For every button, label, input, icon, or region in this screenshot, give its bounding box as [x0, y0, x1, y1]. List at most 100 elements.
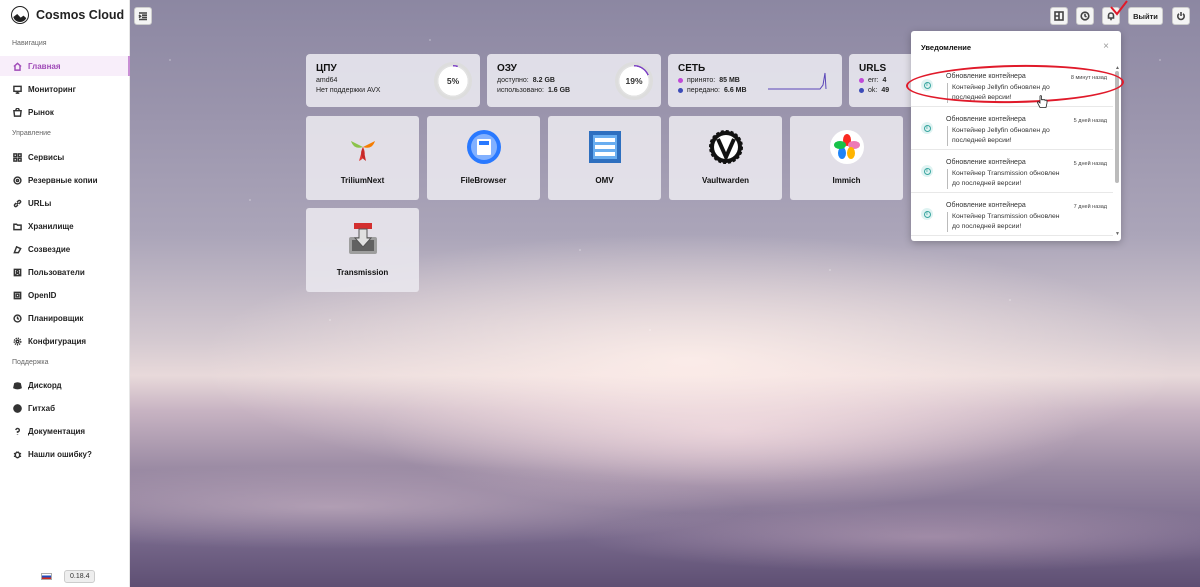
network-card[interactable]: СЕТЬ принято: 85 MB передано: 6.6 MB — [668, 54, 842, 107]
sidebar-item-label: Хранилище — [28, 221, 74, 231]
urls-ok-label: ok: — [868, 87, 878, 94]
sent-dot — [678, 88, 683, 93]
tasks-button[interactable] — [1076, 7, 1094, 25]
logout-button[interactable]: Выйти — [1128, 7, 1163, 25]
immich-icon — [829, 129, 865, 165]
power-icon — [1177, 12, 1185, 21]
network-received-label: принято: — [687, 77, 716, 84]
discord-icon — [13, 381, 22, 389]
sidebar-item-users[interactable]: Пользователи — [0, 262, 130, 282]
notification-time: 7 дней назад — [1073, 204, 1107, 210]
notification-time: 5 дней назад — [1073, 118, 1107, 124]
cpu-card[interactable]: ЦПУ amd64 Нет поддержки AVX 5% — [306, 54, 480, 107]
notification-item[interactable]: i Обновление контейнера 8 минут назад Ко… — [911, 65, 1113, 107]
sidebar-item-label: Документация — [28, 426, 86, 436]
ok-dot — [859, 88, 864, 93]
cosmos-logo-icon — [11, 6, 29, 24]
ram-used-value: 1.6 GB — [547, 87, 571, 94]
power-button[interactable] — [1172, 7, 1190, 25]
app-tile-label: OMV — [595, 176, 614, 185]
sidebar-item-services[interactable]: Сервисы — [0, 147, 130, 167]
urls-ok-line: ok: 49 — [859, 87, 909, 94]
app-tile-label: FileBrowser — [460, 176, 507, 185]
layout-icon — [1054, 11, 1064, 21]
app-tile-vaultwarden[interactable]: Vaultwarden — [669, 116, 782, 200]
sidebar-item-label: Рынок — [28, 107, 54, 117]
sidebar-item-backups[interactable]: Резервные копии — [0, 170, 130, 190]
sidebar-item-urls[interactable]: URLы — [0, 193, 130, 213]
app-tile-label: Immich — [832, 176, 861, 185]
sidebar-item-label: Резервные копии — [28, 175, 98, 185]
notifications-title: Уведомление — [921, 43, 972, 52]
sidebar-item-label: OpenID — [28, 290, 57, 300]
monitor-icon — [13, 85, 22, 94]
urls-err-label: err: — [868, 77, 879, 84]
hand-cursor-icon — [1037, 95, 1048, 108]
link-icon — [13, 199, 22, 207]
app-tile-triliumnext[interactable]: TriliumNext — [306, 116, 419, 200]
urls-ok-value: 49 — [881, 87, 890, 94]
scroll-down-icon[interactable]: ▼ — [1115, 231, 1120, 237]
notification-item[interactable]: i Обновление контейнера 5 дней назад Кон… — [911, 108, 1113, 150]
folder-icon — [13, 223, 22, 230]
app-title: Cosmos Cloud — [36, 8, 125, 22]
notification-title: Обновление контейнера — [946, 116, 1026, 123]
info-icon: i — [921, 165, 933, 177]
github-icon — [13, 403, 22, 413]
sidebar-item-scheduler[interactable]: Планировщик — [0, 308, 130, 328]
users-icon — [13, 268, 22, 276]
ram-available-value: 8.2 GB — [532, 77, 555, 84]
app-tile-omv[interactable]: OMV — [548, 116, 661, 200]
notifications-scrollbar[interactable] — [1115, 71, 1119, 183]
app-tile-transmission[interactable]: Transmission — [306, 208, 419, 292]
app-tile-immich[interactable]: Immich — [790, 116, 903, 200]
sidebar-item-monitoring[interactable]: Мониторинг — [0, 79, 130, 99]
urls-err-value: 4 — [882, 77, 887, 84]
notification-item[interactable]: i Обновление контейнера 5 дней назад Кон… — [911, 151, 1113, 193]
notification-title: Обновление контейнера — [946, 73, 1026, 80]
sidebar-item-discord[interactable]: Дискорд — [0, 375, 130, 395]
filebrowser-icon — [466, 129, 502, 165]
notification-body: Контейнер Jellyfin обновлен до последней… — [947, 126, 1067, 146]
sidebar-item-storage[interactable]: Хранилище — [0, 216, 130, 236]
sidebar-item-github[interactable]: Гитхаб — [0, 398, 130, 418]
sidebar-item-constellation[interactable]: Созвездие — [0, 239, 130, 259]
sidebar-item-market[interactable]: Рынок — [0, 102, 130, 122]
annotation-check-mark — [1110, 0, 1128, 16]
section-title-management: Управление — [12, 130, 51, 137]
ram-used-label: использовано: — [497, 87, 544, 94]
brand[interactable]: Cosmos Cloud — [11, 6, 124, 24]
close-icon[interactable]: × — [1103, 41, 1109, 52]
layout-button[interactable] — [1050, 7, 1068, 25]
notifications-panel: Уведомление × i Обновление контейнера 8 … — [911, 31, 1121, 241]
sidebar-item-label: URLы — [28, 198, 52, 208]
network-received-value: 85 MB — [719, 77, 740, 84]
app-tile-filebrowser[interactable]: FileBrowser — [427, 116, 540, 200]
sidebar-item-documentation[interactable]: Документация — [0, 421, 130, 441]
version-badge: 0.18.4 — [64, 570, 96, 583]
network-sparkline — [768, 72, 827, 90]
section-title-navigation: Навигация — [12, 40, 47, 47]
sidebar-item-home[interactable]: Главная — [0, 56, 130, 76]
urls-title: URLS — [859, 63, 887, 74]
transmission-icon — [345, 221, 381, 257]
store-icon — [13, 107, 22, 117]
question-icon — [15, 427, 20, 435]
sidebar-item-label: Нашли ошибку? — [28, 449, 92, 459]
sidebar-item-label: Пользователи — [28, 267, 85, 277]
ram-card[interactable]: ОЗУ доступно: 8.2 GB использовано: 1.6 G… — [487, 54, 661, 107]
language-flag-ru-icon[interactable] — [41, 573, 52, 580]
sidebar-item-label: Мониторинг — [28, 84, 76, 94]
network-sent-label: передано: — [687, 87, 720, 94]
network-sent-value: 6.6 MB — [724, 87, 747, 94]
urls-card[interactable]: URLS err: 4 ok: 49 — [849, 54, 919, 107]
toggle-sidebar-button[interactable] — [134, 7, 152, 25]
notification-item[interactable]: i Обновление контейнера 7 дней назад Кон… — [911, 194, 1113, 236]
sidebar-item-bug-report[interactable]: Нашли ошибку? — [0, 444, 130, 464]
app-tile-label: Vaultwarden — [701, 176, 750, 185]
sidebar-item-openid[interactable]: OpenID — [0, 285, 130, 305]
omv-icon — [587, 129, 623, 165]
app-tile-label: Transmission — [336, 268, 389, 277]
notification-title: Обновление контейнера — [946, 202, 1026, 209]
sidebar-item-configuration[interactable]: Конфигурация — [0, 331, 130, 351]
